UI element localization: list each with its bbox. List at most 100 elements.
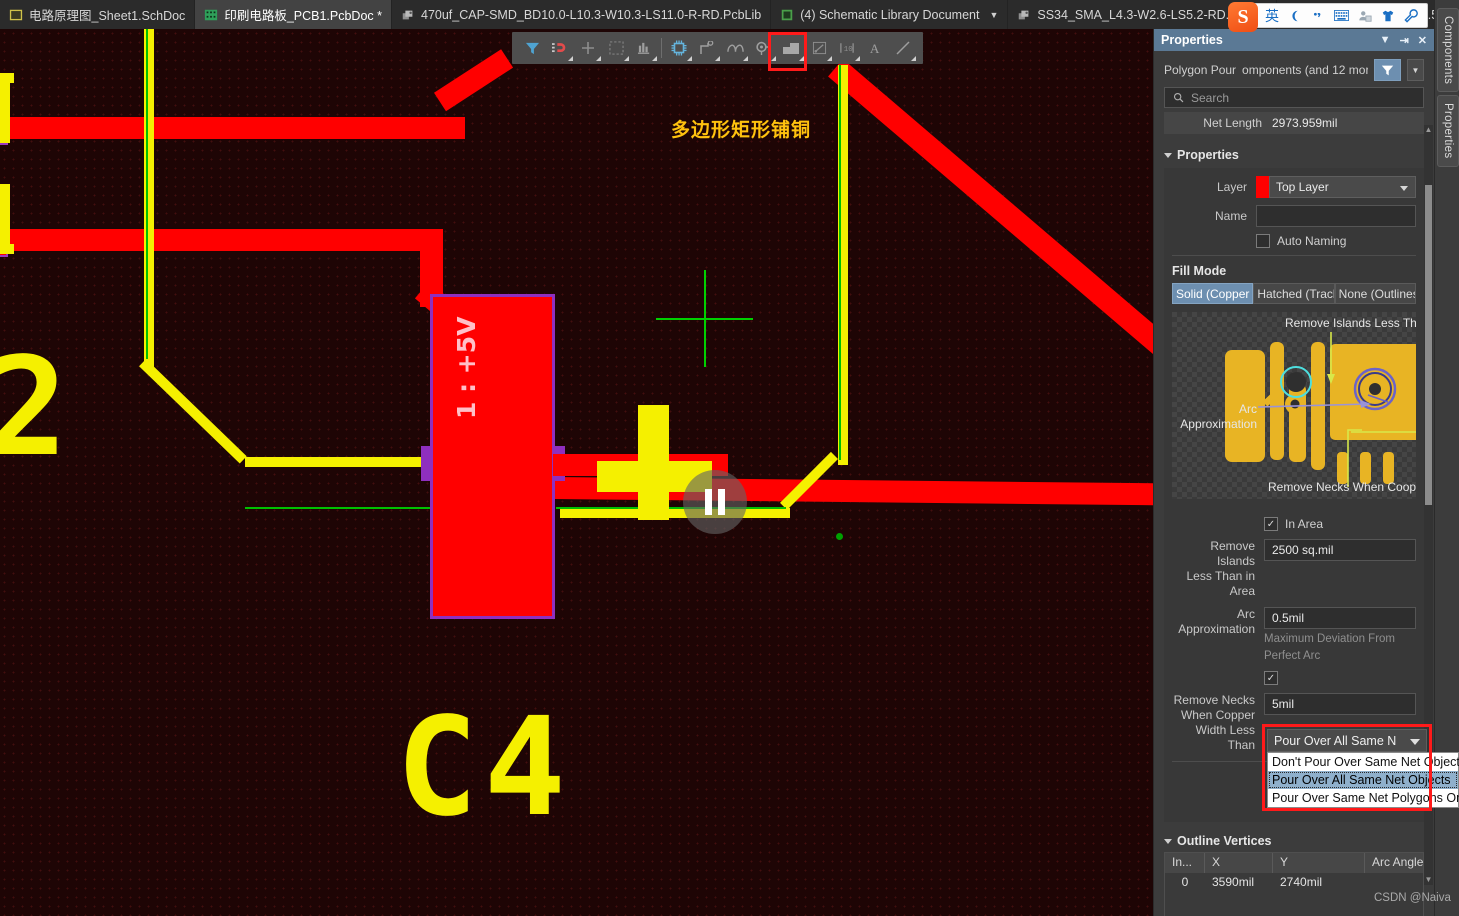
net-highlight-icon[interactable] (546, 34, 574, 62)
preview-label-arc-l2: Approximation (1180, 417, 1257, 431)
auto-naming-checkbox[interactable] (1256, 234, 1270, 248)
remove-islands-label-l1: Remove Islands (1210, 539, 1255, 568)
preview-label-remove-necks: Remove Necks When Coop (1268, 480, 1416, 494)
net-guide-green-left (146, 29, 148, 359)
pcb-doc-icon (205, 9, 218, 20)
remove-islands-row: Remove Islands Less Than in Area 2500 sq… (1172, 539, 1416, 599)
remove-necks-label-l1: Remove Necks (1173, 693, 1255, 707)
component-c4-body[interactable] (430, 294, 555, 619)
ime-language-icon[interactable]: 英 (1265, 9, 1279, 23)
cell-arc (1365, 873, 1423, 893)
place-string-icon[interactable]: A (861, 34, 889, 62)
place-line-icon[interactable] (889, 34, 917, 62)
place-arc-icon[interactable] (721, 34, 749, 62)
interactive-routing-icon[interactable] (693, 34, 721, 62)
scroll-down-arrow[interactable]: ▼ (1424, 875, 1433, 885)
tab-label: 电路原理图_Sheet1.SchDoc (29, 9, 186, 23)
collapse-caret-icon (1164, 838, 1172, 844)
user-icon[interactable] (1358, 9, 1372, 23)
place-polygon-icon[interactable] (630, 34, 658, 62)
place-dimension-icon[interactable]: 10 (833, 34, 861, 62)
tab-schematic-library[interactable]: (4) Schematic Library Document ▼ (771, 0, 1009, 29)
remove-islands-input[interactable]: 2500 sq.mil (1264, 539, 1416, 561)
application-window: 电路原理图_Sheet1.SchDoc 印刷电路板_PCB1.PcbDoc * … (0, 0, 1459, 916)
outline-vertices-table: In... X Y Arc Angle... 0 3590mil 2740mil (1164, 852, 1424, 916)
input-method-toolbar[interactable]: S 英 (1228, 2, 1428, 32)
tab-schematic-sheet1[interactable]: 电路原理图_Sheet1.SchDoc (0, 0, 196, 29)
place-via-icon[interactable] (574, 34, 602, 62)
chevron-down-icon[interactable]: ▼ (989, 10, 998, 20)
skin-icon[interactable] (1381, 9, 1395, 23)
layer-label: Layer (1216, 180, 1247, 194)
net-guide-green-bottom (245, 507, 435, 509)
remove-necks-checkbox-row: ✓ (1172, 671, 1416, 685)
tab-pcb1[interactable]: 印刷电路板_PCB1.PcbDoc * (195, 0, 392, 29)
cell-y: 2740mil (1280, 875, 1323, 889)
search-input[interactable]: Search (1164, 87, 1424, 108)
watermark-text: CSDN @Naiva (1374, 892, 1451, 904)
layer-row: Layer Top Layer (1172, 176, 1416, 198)
scroll-up-arrow[interactable]: ▲ (1424, 125, 1433, 135)
fill-mode-hatched[interactable]: Hatched (Track (1253, 283, 1335, 304)
fill-mode-none[interactable]: None (Outlines (1334, 283, 1416, 304)
pin-icon[interactable]: ⇥ (1400, 34, 1409, 47)
in-area-checkbox[interactable]: ✓ (1264, 517, 1278, 531)
properties-section-header[interactable]: Properties (1164, 148, 1434, 162)
pcblib-icon (1019, 10, 1029, 19)
column-y[interactable]: Y (1273, 853, 1365, 873)
sogou-logo-icon[interactable]: S (1228, 2, 1258, 32)
column-x[interactable]: X (1205, 853, 1273, 873)
filter-icon[interactable] (518, 34, 546, 62)
remove-necks-label-l2: When Copper (1180, 708, 1255, 722)
dock-tab-properties[interactable]: Properties (1437, 95, 1459, 167)
tab-cap-smd-pcblib[interactable]: 470uf_CAP-SMD_BD10.0-L10.3-W10.3-LS11.0-… (392, 0, 772, 29)
arc-approx-label-l1: Arc (1237, 607, 1255, 621)
component-c4-pad-label: 1 : +5V (452, 316, 481, 420)
name-input[interactable] (1256, 205, 1416, 227)
object-selector-row: Polygon Pour omponents (and 12 more) ▼ (1154, 51, 1434, 87)
column-arc-angle[interactable]: Arc Angle... (1365, 853, 1423, 873)
designator-c2: 2 (0, 329, 68, 487)
place-component-icon[interactable] (665, 34, 693, 62)
remove-necks-input[interactable]: 5mil (1264, 693, 1416, 715)
moon-icon[interactable] (1288, 9, 1302, 23)
table-row[interactable]: 0 3590mil 2740mil (1165, 873, 1423, 893)
properties-panel-header: Properties ▼ ⇥ ✕ (1154, 29, 1434, 51)
filter-dropdown-button[interactable]: ▼ (1407, 59, 1424, 81)
in-area-label: In Area (1285, 517, 1324, 531)
remove-necks-checkbox[interactable]: ✓ (1264, 671, 1278, 685)
place-fill-icon[interactable] (602, 34, 630, 62)
fill-mode-solid[interactable]: Solid (Copper R (1172, 283, 1254, 304)
dock-tab-components[interactable]: Components (1437, 8, 1459, 93)
comma-icon[interactable] (1311, 9, 1325, 23)
place-keepout-icon[interactable] (805, 34, 833, 62)
column-index[interactable]: In... (1165, 853, 1205, 873)
table-header-row: In... X Y Arc Angle... (1165, 853, 1423, 873)
net-guide-green-bottom2 (556, 507, 786, 509)
keyboard-icon[interactable] (1334, 9, 1349, 22)
arc-approximation-row: Arc Approximation 0.5mil Maximum Deviati… (1172, 607, 1416, 663)
remove-necks-label-l3: Width Less Than (1195, 723, 1255, 752)
net-length-value: 2973.959mil (1272, 116, 1338, 130)
arc-approx-input[interactable]: 0.5mil (1264, 607, 1416, 629)
filter-button[interactable] (1374, 59, 1401, 81)
group-divider (1172, 255, 1416, 256)
plus-marker-v (638, 405, 669, 520)
object-count-label: omponents (and 12 more) (1242, 63, 1368, 77)
remove-islands-label-l2: Less Than in Area (1186, 569, 1256, 598)
pcb-canvas[interactable]: 1 : +5V C4 2 多边形矩形铺铜 10 A (0, 29, 1153, 916)
wrench-icon[interactable] (1404, 8, 1418, 23)
toolbar-separator (661, 38, 662, 58)
scrollbar-thumb[interactable] (1425, 185, 1432, 505)
svg-text:A: A (869, 41, 879, 56)
schlib-icon (781, 9, 793, 20)
close-icon[interactable]: ✕ (1418, 34, 1427, 47)
chevron-down-icon[interactable]: ▼ (1380, 34, 1391, 46)
net-length-row: Net Length 2973.959mil (1164, 112, 1424, 134)
outline-vertices-header[interactable]: Outline Vertices (1164, 834, 1434, 848)
search-icon (1173, 92, 1184, 103)
layer-combo[interactable]: Top Layer (1269, 176, 1416, 198)
red-trace-top (0, 117, 465, 139)
auto-naming-label: Auto Naming (1277, 234, 1347, 248)
component-c4-pad-left[interactable] (421, 446, 433, 481)
